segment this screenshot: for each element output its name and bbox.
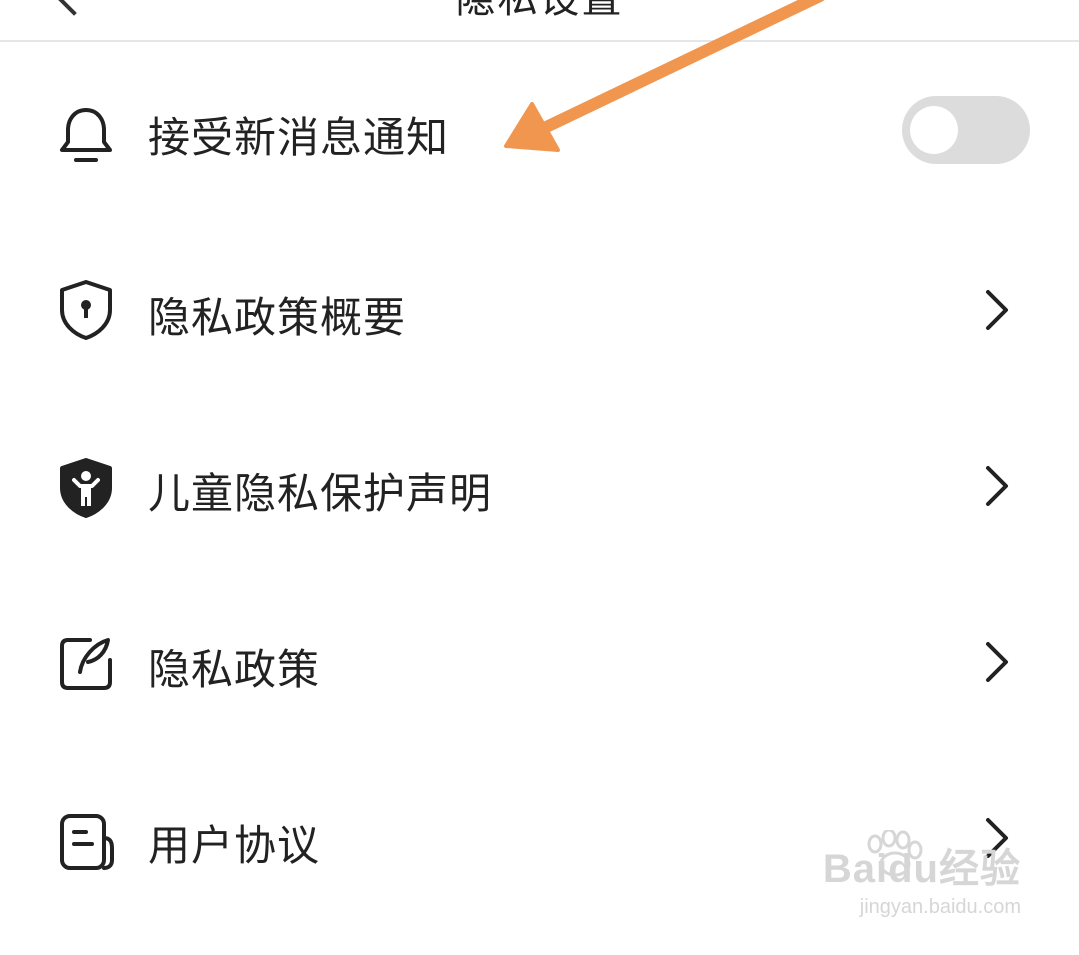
edit-note-icon — [60, 638, 112, 690]
bell-icon — [60, 108, 112, 162]
privacy-policy-label: 隐私政策 — [148, 645, 321, 694]
shield-child-icon — [60, 458, 112, 518]
child-privacy-row[interactable]: 儿童隐私保护声明 — [0, 398, 1079, 574]
notification-toggle[interactable] — [902, 96, 1030, 164]
shield-lock-icon — [60, 280, 112, 340]
privacy-summary-label: 隐私政策概要 — [148, 293, 407, 342]
settings-screen: 隐私设置 接受新消息通知 隐私政策概要 儿童隐 — [0, 0, 1079, 955]
toggle-knob — [910, 106, 958, 154]
document-icon — [60, 814, 114, 870]
privacy-policy-row[interactable]: 隐私政策 — [0, 574, 1079, 750]
paw-logo-icon — [867, 830, 923, 877]
chevron-right-icon — [986, 466, 1008, 506]
chevron-right-icon — [986, 642, 1008, 682]
page-title: 隐私设置 — [0, 0, 1079, 24]
child-privacy-label: 儿童隐私保护声明 — [148, 469, 493, 518]
watermark-url: jingyan.baidu.com — [859, 896, 1021, 918]
notification-label: 接受新消息通知 — [148, 113, 450, 162]
privacy-summary-row[interactable]: 隐私政策概要 — [0, 222, 1079, 398]
chevron-right-icon — [986, 290, 1008, 330]
top-bar: 隐私设置 — [0, 0, 1079, 42]
user-agreement-label: 用户协议 — [148, 821, 321, 870]
baidu-watermark: Baidu经验 jingyan.baidu.com — [821, 830, 1021, 919]
